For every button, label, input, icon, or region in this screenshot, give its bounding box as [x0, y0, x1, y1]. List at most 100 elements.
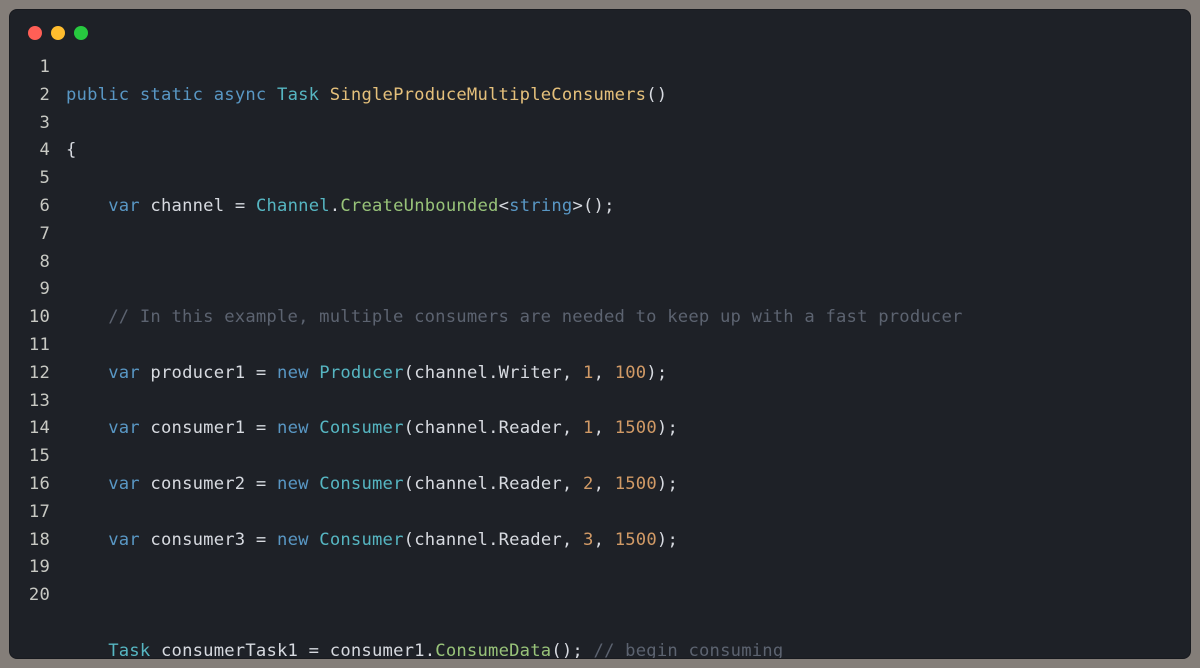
keyword: new — [277, 530, 309, 550]
identifier: channel — [414, 363, 488, 383]
code-line: // In this example, multiple consumers a… — [66, 304, 1190, 332]
keyword: var — [108, 363, 140, 383]
punctuation: . — [425, 641, 436, 659]
line-number: 5 — [10, 165, 50, 193]
keyword: var — [108, 196, 140, 216]
identifier: channel — [414, 530, 488, 550]
code-line: var channel = Channel.CreateUnbounded<st… — [66, 193, 1190, 221]
punctuation: . — [488, 363, 499, 383]
brace: { — [66, 140, 77, 160]
punctuation: , — [594, 363, 615, 383]
punctuation: ( — [404, 474, 415, 494]
keyword: static — [140, 85, 203, 105]
line-number: 4 — [10, 137, 50, 165]
operator: = — [256, 418, 267, 438]
punctuation: , — [594, 474, 615, 494]
code-line: { — [66, 137, 1190, 165]
punctuation: , — [594, 530, 615, 550]
number: 1500 — [615, 418, 657, 438]
keyword: new — [277, 474, 309, 494]
line-number: 13 — [10, 388, 50, 416]
identifier: consumer3 — [150, 530, 245, 550]
line-number: 19 — [10, 554, 50, 582]
keyword: var — [108, 418, 140, 438]
class: Consumer — [319, 418, 403, 438]
identifier: channel — [414, 474, 488, 494]
keyword: new — [277, 418, 309, 438]
punctuation: ); — [657, 418, 678, 438]
punctuation: . — [488, 530, 499, 550]
class: Producer — [319, 363, 403, 383]
code-line — [66, 249, 1190, 277]
operator: = — [256, 363, 267, 383]
zoom-icon[interactable] — [74, 26, 88, 40]
line-number: 17 — [10, 499, 50, 527]
number: 1500 — [615, 530, 657, 550]
punctuation: () — [646, 85, 667, 105]
code-line: var producer1 = new Producer(channel.Wri… — [66, 360, 1190, 388]
line-number: 20 — [10, 582, 50, 610]
code-line: var consumer3 = new Consumer(channel.Rea… — [66, 527, 1190, 555]
line-number: 6 — [10, 193, 50, 221]
identifier: channel — [150, 196, 224, 216]
line-number: 7 — [10, 221, 50, 249]
line-number: 15 — [10, 443, 50, 471]
punctuation: ( — [404, 418, 415, 438]
identifier: consumer2 — [150, 474, 245, 494]
identifier: Writer — [499, 363, 562, 383]
comment: // In this example, multiple consumers a… — [108, 307, 962, 327]
punctuation: , — [562, 474, 583, 494]
punctuation: , — [562, 418, 583, 438]
punctuation: (); — [583, 196, 615, 216]
keyword: async — [214, 85, 267, 105]
close-icon[interactable] — [28, 26, 42, 40]
punctuation: . — [488, 418, 499, 438]
method-call: ConsumeData — [435, 641, 551, 659]
operator: = — [235, 196, 246, 216]
punctuation: > — [572, 196, 583, 216]
number: 1 — [583, 418, 594, 438]
keyword: string — [509, 196, 572, 216]
line-number: 14 — [10, 415, 50, 443]
punctuation: , — [594, 418, 615, 438]
identifier: consumer1 — [330, 641, 425, 659]
punctuation: ); — [657, 474, 678, 494]
punctuation: ( — [404, 530, 415, 550]
line-number: 11 — [10, 332, 50, 360]
method-name: SingleProduceMultipleConsumers — [330, 85, 646, 105]
line-number-gutter: 1234567891011121314151617181920 — [10, 54, 66, 659]
type: Task — [277, 85, 319, 105]
line-number: 8 — [10, 249, 50, 277]
punctuation: ); — [646, 363, 667, 383]
comment: // begin consuming — [594, 641, 784, 659]
class: Consumer — [319, 530, 403, 550]
code-area[interactable]: 1234567891011121314151617181920 public s… — [10, 54, 1190, 659]
keyword: new — [277, 363, 309, 383]
keyword: public — [66, 85, 129, 105]
line-number: 3 — [10, 110, 50, 138]
code-line: Task consumerTask1 = consumer1.ConsumeDa… — [66, 638, 1190, 659]
operator: = — [256, 530, 267, 550]
operator: = — [309, 641, 320, 659]
identifier: Reader — [499, 474, 562, 494]
punctuation: , — [562, 363, 583, 383]
operator: = — [256, 474, 267, 494]
number: 1 — [583, 363, 594, 383]
minimize-icon[interactable] — [51, 26, 65, 40]
number: 100 — [615, 363, 647, 383]
identifier: consumer1 — [150, 418, 245, 438]
punctuation: (); — [551, 641, 583, 659]
punctuation: . — [330, 196, 341, 216]
punctuation: ); — [657, 530, 678, 550]
line-number: 18 — [10, 527, 50, 555]
number: 3 — [583, 530, 594, 550]
punctuation: ( — [404, 363, 415, 383]
code-line: var consumer1 = new Consumer(channel.Rea… — [66, 415, 1190, 443]
class: Consumer — [319, 474, 403, 494]
keyword: var — [108, 530, 140, 550]
titlebar — [10, 26, 1190, 54]
code-content[interactable]: public static async Task SingleProduceMu… — [66, 54, 1190, 659]
identifier: channel — [414, 418, 488, 438]
identifier: consumerTask1 — [161, 641, 298, 659]
keyword: var — [108, 474, 140, 494]
